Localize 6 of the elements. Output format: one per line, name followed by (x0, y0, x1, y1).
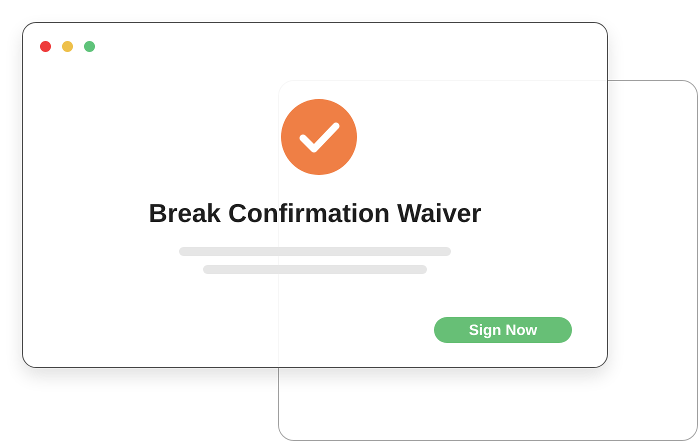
window-control-dot[interactable] (84, 41, 95, 52)
window-control-dot[interactable] (62, 41, 73, 52)
dialog-title: Break Confirmation Waiver (148, 198, 482, 229)
sign-button[interactable]: Sign Now (434, 317, 572, 343)
window-control-dot[interactable] (40, 41, 51, 52)
checkmark-icon (281, 99, 357, 175)
